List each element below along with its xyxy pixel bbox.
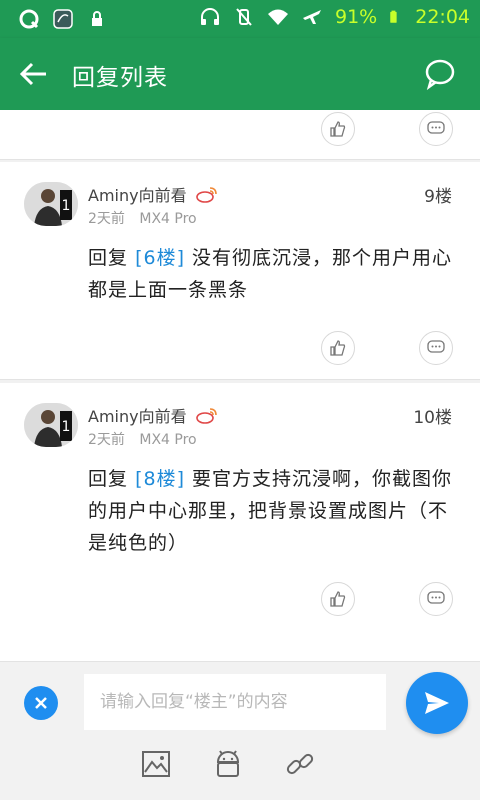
author-name[interactable]: Aminy向前看 [88, 182, 187, 206]
status-bar: 91% 22:04 [0, 0, 480, 38]
floor-number: 9楼 [424, 187, 452, 207]
user-avatar-image: 1 [24, 182, 78, 226]
headphones-icon [201, 8, 219, 25]
post-device: MX4 Pro [139, 211, 197, 227]
close-icon [35, 697, 47, 709]
avatar[interactable]: 1 [24, 182, 78, 226]
status-left [18, 8, 108, 30]
chat-more-icon [427, 340, 445, 353]
post-time: 2天前 [88, 211, 125, 227]
send-icon [425, 692, 449, 714]
like-button[interactable] [321, 331, 355, 365]
chat-more-icon [427, 591, 445, 604]
back-arrow-icon[interactable] [16, 56, 52, 92]
comment-bubble-icon[interactable] [424, 58, 456, 90]
chat-more-icon [427, 121, 445, 134]
send-button[interactable] [406, 672, 468, 734]
reply-input[interactable] [84, 674, 386, 730]
thumbs-up-icon [330, 340, 346, 356]
link-icon[interactable] [284, 748, 316, 780]
q-app-icon [19, 9, 39, 29]
page-title: 回复列表 [72, 65, 168, 91]
post-meta: 2天前 MX4 Pro [88, 429, 197, 449]
battery-icon [390, 10, 397, 23]
thumbs-up-icon [330, 121, 346, 137]
svg-text:1: 1 [62, 419, 71, 435]
reply-reference-link[interactable]: [6楼] [135, 247, 185, 269]
thumbs-up-icon [330, 591, 346, 607]
post-time: 2天前 [88, 432, 125, 448]
image-icon[interactable] [140, 748, 172, 780]
weibo-icon [195, 187, 217, 203]
previous-reply-card-partial [0, 110, 480, 160]
reply-card: 1 Aminy向前看 2天前 MX4 Pro 9楼 回复 [6楼] 没有彻底沉浸… [0, 162, 480, 380]
reply-prefix: 回复 [88, 468, 129, 490]
reply-prefix: 回复 [88, 247, 129, 269]
reply-card: 1 Aminy向前看 2天前 MX4 Pro 10楼 回复 [8楼] 要官方支持… [0, 383, 480, 662]
android-icon[interactable] [212, 748, 244, 780]
wifi-icon [268, 9, 288, 25]
status-time: 22:04 [415, 6, 470, 28]
user-avatar-image: 1 [24, 403, 78, 447]
author-row: Aminy向前看 [88, 182, 219, 206]
reply-reference-link[interactable]: [8楼] [135, 468, 185, 490]
svg-text:1: 1 [62, 198, 71, 214]
avatar[interactable]: 1 [24, 403, 78, 447]
status-right: 91% 22:04 [199, 6, 470, 28]
airplane-icon [303, 10, 321, 24]
author-row: Aminy向前看 [88, 403, 219, 427]
app-bar: 回复列表 [0, 38, 480, 110]
more-button[interactable] [419, 582, 453, 616]
more-button[interactable] [419, 112, 453, 146]
like-button[interactable] [321, 112, 355, 146]
weibo-icon [195, 408, 217, 424]
reply-list[interactable]: 1 Aminy向前看 2天前 MX4 Pro 9楼 回复 [6楼] 没有彻底沉浸… [0, 110, 480, 662]
lock-icon [92, 11, 102, 26]
floor-number: 10楼 [413, 408, 452, 428]
reply-content: 回复 [8楼] 要官方支持沉浸啊，你截图你的用户中心那里，把背景设置成图片（不是… [88, 463, 458, 559]
notification-icon [53, 9, 73, 29]
post-meta: 2天前 MX4 Pro [88, 208, 197, 228]
like-button[interactable] [321, 582, 355, 616]
close-composer-button[interactable] [24, 686, 58, 720]
author-name[interactable]: Aminy向前看 [88, 403, 187, 427]
reply-composer [0, 662, 480, 800]
post-device: MX4 Pro [139, 432, 197, 448]
reply-content: 回复 [6楼] 没有彻底沉浸，那个用户用心都是上面一条黑条 [88, 242, 458, 306]
more-button[interactable] [419, 331, 453, 365]
battery-percent: 91% [335, 6, 378, 28]
mute-icon [236, 8, 252, 26]
